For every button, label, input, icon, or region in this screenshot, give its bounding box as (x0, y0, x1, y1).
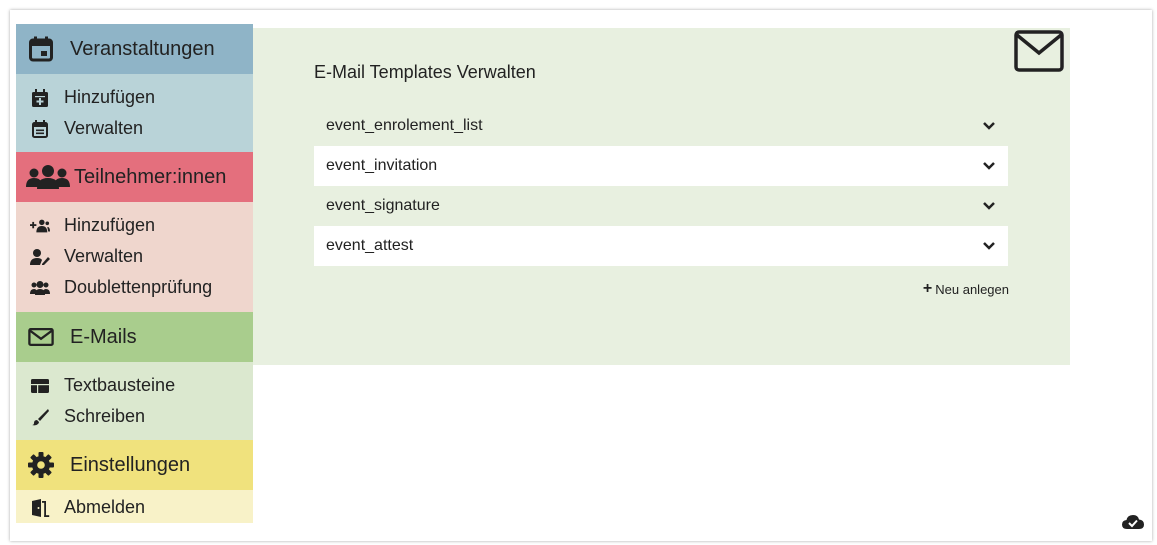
new-template-label: Neu anlegen (935, 281, 1009, 297)
sidebar-body-veranstaltungen: Hinzufügen Verwalten (16, 74, 253, 152)
calendar-list-icon (30, 119, 50, 139)
sidebar-item-label: Abmelden (64, 497, 146, 517)
section-title: E-Mails (70, 325, 137, 348)
envelope-icon (1014, 30, 1064, 77)
sidebar-item-label: Hinzufügen (64, 215, 156, 235)
sidebar-section-einstellungen[interactable]: Einstellungen (16, 440, 253, 490)
sidebar-item-abmelden[interactable]: Abmelden (30, 492, 253, 523)
users-group-icon (26, 164, 70, 190)
sidebar-item-veranstaltung-verwalten[interactable]: Verwalten (30, 113, 253, 144)
sidebar: Veranstaltungen Hinzufügen Verwalten Tei… (16, 24, 253, 531)
chevron-down-icon (983, 202, 995, 210)
template-name: event_attest (326, 237, 414, 254)
page-title: E-Mail Templates Verwalten (314, 62, 536, 82)
template-name: event_signature (326, 197, 440, 214)
sidebar-item-label: Verwalten (64, 118, 144, 138)
door-exit-icon (30, 498, 50, 518)
template-row[interactable]: event_attest (314, 226, 1008, 266)
calendar-plus-icon (30, 88, 50, 108)
sidebar-section-emails[interactable]: E-Mails (16, 312, 253, 362)
template-row[interactable]: event_signature (314, 186, 1008, 226)
pen-icon (30, 407, 50, 427)
template-row[interactable]: event_invitation (314, 146, 1008, 186)
users-icon (30, 278, 50, 298)
section-title: Veranstaltungen (70, 37, 215, 60)
sidebar-item-label: Verwalten (64, 246, 144, 266)
envelope-icon (28, 324, 54, 350)
sidebar-item-teilnehmer-hinzufuegen[interactable]: Hinzufügen (30, 210, 253, 241)
calendar-icon (28, 36, 54, 62)
sidebar-item-schreiben[interactable]: Schreiben (30, 401, 253, 432)
user-edit-icon (30, 247, 50, 267)
template-row[interactable]: event_enrolement_list (314, 106, 1008, 146)
sidebar-item-teilnehmer-verwalten[interactable]: Verwalten (30, 241, 253, 272)
chevron-down-icon (983, 242, 995, 250)
section-title: Teilnehmer:innen (74, 165, 227, 188)
template-name: event_enrolement_list (326, 117, 483, 134)
template-name: event_invitation (326, 157, 438, 174)
main-panel: E-Mail Templates Verwalten event_enrolem… (253, 28, 1070, 365)
sidebar-section-veranstaltungen[interactable]: Veranstaltungen (16, 24, 253, 74)
sidebar-body-teilnehmer: Hinzufügen Verwalten Doublettenprüfung (16, 202, 253, 312)
chevron-down-icon (983, 162, 995, 170)
sidebar-item-veranstaltung-hinzufuegen[interactable]: Hinzufügen (30, 82, 253, 113)
sidebar-item-label: Doublettenprüfung (64, 277, 213, 297)
sidebar-item-textbausteine[interactable]: Textbausteine (30, 370, 253, 401)
new-template-button[interactable]: + Neu anlegen (923, 280, 1009, 298)
template-list: event_enrolement_list event_invitation e… (314, 106, 1008, 266)
plus-icon: + (922, 280, 933, 297)
sidebar-item-doublettenpruefung[interactable]: Doublettenprüfung (30, 272, 253, 303)
sidebar-item-label: Hinzufügen (64, 87, 156, 107)
table-icon (30, 376, 50, 396)
cloud-check-icon (1122, 514, 1144, 535)
gear-icon (28, 452, 54, 478)
sidebar-item-label: Schreiben (64, 406, 146, 426)
sidebar-section-teilnehmer[interactable]: Teilnehmer:innen (16, 152, 253, 202)
sidebar-body-einstellungen: Abmelden (16, 490, 253, 523)
sidebar-item-label: Textbausteine (64, 375, 176, 395)
chevron-down-icon (983, 122, 995, 130)
section-title: Einstellungen (70, 453, 191, 476)
sidebar-body-emails: Textbausteine Schreiben (16, 362, 253, 440)
user-plus-icon (30, 216, 50, 236)
